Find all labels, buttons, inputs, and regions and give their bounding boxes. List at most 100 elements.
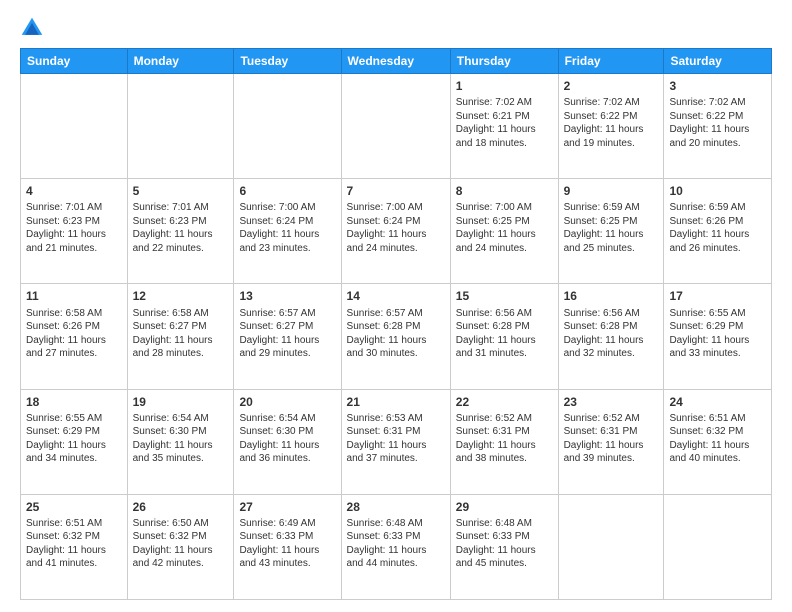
calendar-cell: 10 Sunrise: 6:59 AM Sunset: 6:26 PM Dayli…	[664, 179, 772, 284]
calendar-cell: 2 Sunrise: 7:02 AM Sunset: 6:22 PM Daylig…	[558, 74, 664, 179]
day-number: 5	[133, 183, 229, 199]
logo	[20, 16, 48, 40]
day-info: Sunrise: 7:01 AM Sunset: 6:23 PM Dayligh…	[26, 201, 122, 255]
calendar-week-2: 11 Sunrise: 6:58 AM Sunset: 6:26 PM Dayli…	[21, 284, 772, 389]
day-number: 7	[347, 183, 445, 199]
calendar-cell: 23Sunrise: 6:52 AM Sunset: 6:31 PM Dayli…	[558, 389, 664, 494]
calendar-cell: 17 Sunrise: 6:55 AM Sunset: 6:29 PM Dayli…	[664, 284, 772, 389]
day-info: Sunrise: 7:01 AM Sunset: 6:23 PM Dayligh…	[133, 201, 229, 255]
calendar-dow-friday: Friday	[558, 49, 664, 74]
day-number: 10	[669, 183, 766, 199]
calendar-cell: 8 Sunrise: 7:00 AM Sunset: 6:25 PM Daylig…	[450, 179, 558, 284]
calendar-cell: 28Sunrise: 6:48 AM Sunset: 6:33 PM Dayli…	[341, 494, 450, 599]
calendar-cell: 20 Sunrise: 6:54 AM Sunset: 6:30 PM Dayli…	[234, 389, 341, 494]
day-info: Sunrise: 6:48 AM Sunset: 6:33 PM Dayligh…	[347, 517, 445, 571]
day-number: 24	[669, 394, 766, 410]
day-info: Sunrise: 6:59 AM Sunset: 6:26 PM Dayligh…	[669, 201, 766, 255]
day-info: Sunrise: 6:55 AM Sunset: 6:29 PM Dayligh…	[26, 412, 122, 466]
day-info: Sunrise: 6:51 AM Sunset: 6:32 PM Dayligh…	[26, 517, 122, 571]
calendar-table: SundayMondayTuesdayWednesdayThursdayFrid…	[20, 48, 772, 600]
day-number: 14	[347, 288, 445, 304]
day-number: 2	[564, 78, 659, 94]
day-info: Sunrise: 6:49 AM Sunset: 6:33 PM Dayligh…	[239, 517, 335, 571]
calendar-dow-saturday: Saturday	[664, 49, 772, 74]
calendar-cell	[21, 74, 128, 179]
day-number: 17	[669, 288, 766, 304]
calendar-cell: 18 Sunrise: 6:55 AM Sunset: 6:29 PM Dayli…	[21, 389, 128, 494]
calendar-cell: 19 Sunrise: 6:54 AM Sunset: 6:30 PM Dayli…	[127, 389, 234, 494]
calendar-cell: 14 Sunrise: 6:57 AM Sunset: 6:28 PM Dayli…	[341, 284, 450, 389]
day-info: Sunrise: 6:53 AM Sunset: 6:31 PM Dayligh…	[347, 412, 445, 466]
calendar-dow-monday: Monday	[127, 49, 234, 74]
calendar-cell: 1 Sunrise: 7:02 AM Sunset: 6:21 PM Daylig…	[450, 74, 558, 179]
day-number: 12	[133, 288, 229, 304]
day-number: 13	[239, 288, 335, 304]
calendar-cell: 29 Sunrise: 6:48 AM Sunset: 6:33 PM Dayli…	[450, 494, 558, 599]
day-number: 19	[133, 394, 229, 410]
day-number: 9	[564, 183, 659, 199]
calendar-cell: 5 Sunrise: 7:01 AM Sunset: 6:23 PM Daylig…	[127, 179, 234, 284]
day-number: 16	[564, 288, 659, 304]
calendar-cell	[664, 494, 772, 599]
header	[20, 16, 772, 40]
day-number: 29	[456, 499, 553, 515]
day-info: Sunrise: 7:00 AM Sunset: 6:25 PM Dayligh…	[456, 201, 553, 255]
calendar-cell	[127, 74, 234, 179]
calendar-cell: 15Sunrise: 6:56 AM Sunset: 6:28 PM Dayli…	[450, 284, 558, 389]
day-info: Sunrise: 6:59 AM Sunset: 6:25 PM Dayligh…	[564, 201, 659, 255]
calendar-cell: 13 Sunrise: 6:57 AM Sunset: 6:27 PM Dayli…	[234, 284, 341, 389]
page: SundayMondayTuesdayWednesdayThursdayFrid…	[0, 0, 792, 612]
day-info: Sunrise: 6:51 AM Sunset: 6:32 PM Dayligh…	[669, 412, 766, 466]
day-info: Sunrise: 6:54 AM Sunset: 6:30 PM Dayligh…	[133, 412, 229, 466]
day-info: Sunrise: 6:56 AM Sunset: 6:28 PM Dayligh…	[456, 307, 553, 361]
day-info: Sunrise: 7:00 AM Sunset: 6:24 PM Dayligh…	[239, 201, 335, 255]
day-info: Sunrise: 6:54 AM Sunset: 6:30 PM Dayligh…	[239, 412, 335, 466]
day-info: Sunrise: 6:57 AM Sunset: 6:27 PM Dayligh…	[239, 307, 335, 361]
calendar-cell	[558, 494, 664, 599]
day-number: 26	[133, 499, 229, 515]
day-info: Sunrise: 6:55 AM Sunset: 6:29 PM Dayligh…	[669, 307, 766, 361]
calendar-dow-sunday: Sunday	[21, 49, 128, 74]
calendar-week-1: 4 Sunrise: 7:01 AM Sunset: 6:23 PM Daylig…	[21, 179, 772, 284]
calendar-cell: 11 Sunrise: 6:58 AM Sunset: 6:26 PM Dayli…	[21, 284, 128, 389]
day-info: Sunrise: 6:56 AM Sunset: 6:28 PM Dayligh…	[564, 307, 659, 361]
day-info: Sunrise: 7:00 AM Sunset: 6:24 PM Dayligh…	[347, 201, 445, 255]
day-info: Sunrise: 6:57 AM Sunset: 6:28 PM Dayligh…	[347, 307, 445, 361]
calendar-cell: 21 Sunrise: 6:53 AM Sunset: 6:31 PM Dayli…	[341, 389, 450, 494]
day-info: Sunrise: 6:48 AM Sunset: 6:33 PM Dayligh…	[456, 517, 553, 571]
calendar-cell: 16 Sunrise: 6:56 AM Sunset: 6:28 PM Dayli…	[558, 284, 664, 389]
calendar-cell: 22 Sunrise: 6:52 AM Sunset: 6:31 PM Dayli…	[450, 389, 558, 494]
day-info: Sunrise: 7:02 AM Sunset: 6:22 PM Dayligh…	[564, 96, 659, 150]
day-info: Sunrise: 7:02 AM Sunset: 6:21 PM Dayligh…	[456, 96, 553, 150]
day-number: 4	[26, 183, 122, 199]
calendar-cell: 6Sunrise: 7:00 AM Sunset: 6:24 PM Daylig…	[234, 179, 341, 284]
day-number: 21	[347, 394, 445, 410]
day-info: Sunrise: 6:52 AM Sunset: 6:31 PM Dayligh…	[456, 412, 553, 466]
calendar-cell: 12 Sunrise: 6:58 AM Sunset: 6:27 PM Dayli…	[127, 284, 234, 389]
day-info: Sunrise: 6:50 AM Sunset: 6:32 PM Dayligh…	[133, 517, 229, 571]
calendar-cell	[234, 74, 341, 179]
day-number: 22	[456, 394, 553, 410]
calendar-cell: 7 Sunrise: 7:00 AM Sunset: 6:24 PM Daylig…	[341, 179, 450, 284]
calendar-cell: 26 Sunrise: 6:50 AM Sunset: 6:32 PM Dayli…	[127, 494, 234, 599]
day-number: 3	[669, 78, 766, 94]
day-number: 18	[26, 394, 122, 410]
calendar-cell: 25 Sunrise: 6:51 AM Sunset: 6:32 PM Dayli…	[21, 494, 128, 599]
day-number: 8	[456, 183, 553, 199]
calendar-dow-wednesday: Wednesday	[341, 49, 450, 74]
calendar-cell	[341, 74, 450, 179]
calendar-header-row: SundayMondayTuesdayWednesdayThursdayFrid…	[21, 49, 772, 74]
calendar-cell: 27 Sunrise: 6:49 AM Sunset: 6:33 PM Dayli…	[234, 494, 341, 599]
calendar-cell: 9 Sunrise: 6:59 AM Sunset: 6:25 PM Daylig…	[558, 179, 664, 284]
calendar-dow-tuesday: Tuesday	[234, 49, 341, 74]
day-number: 25	[26, 499, 122, 515]
day-number: 1	[456, 78, 553, 94]
day-info: Sunrise: 6:52 AM Sunset: 6:31 PM Dayligh…	[564, 412, 659, 466]
day-info: Sunrise: 6:58 AM Sunset: 6:26 PM Dayligh…	[26, 307, 122, 361]
day-number: 27	[239, 499, 335, 515]
day-info: Sunrise: 6:58 AM Sunset: 6:27 PM Dayligh…	[133, 307, 229, 361]
day-number: 20	[239, 394, 335, 410]
day-info: Sunrise: 7:02 AM Sunset: 6:22 PM Dayligh…	[669, 96, 766, 150]
day-number: 11	[26, 288, 122, 304]
calendar-cell: 4 Sunrise: 7:01 AM Sunset: 6:23 PM Daylig…	[21, 179, 128, 284]
